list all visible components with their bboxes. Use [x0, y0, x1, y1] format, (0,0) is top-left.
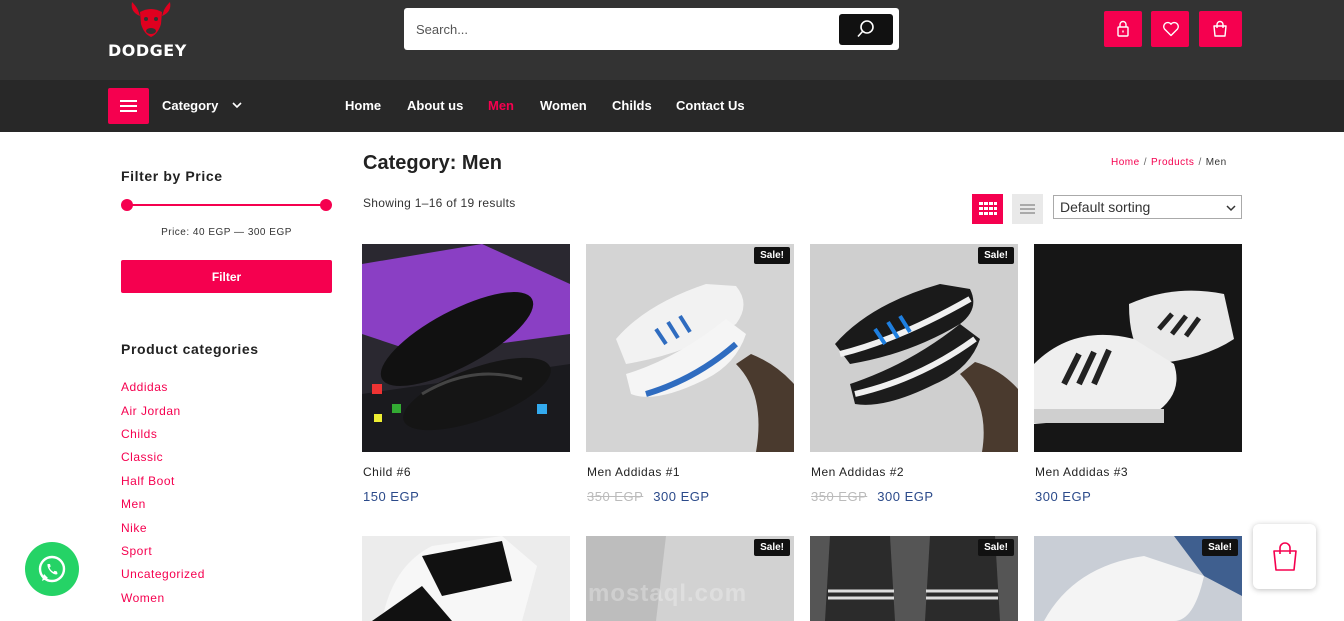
- product-photo: [586, 244, 794, 452]
- category-link-women[interactable]: Women: [121, 591, 165, 605]
- product-current-price: 300 EGP: [1035, 489, 1092, 504]
- category-link-sport[interactable]: Sport: [121, 544, 152, 558]
- product-price: 350 EGP 300 EGP: [811, 489, 934, 504]
- product-old-price: 350 EGP: [811, 489, 868, 504]
- nav-item-childs[interactable]: Childs: [612, 98, 652, 113]
- price-slider-min-handle[interactable]: [121, 199, 133, 211]
- product-image[interactable]: [362, 536, 570, 621]
- category-dropdown-label[interactable]: Category: [162, 98, 218, 113]
- hamburger-icon: [120, 100, 137, 102]
- product-name[interactable]: Men Addidas #1: [587, 465, 680, 479]
- bag-icon: [1273, 542, 1297, 571]
- product-image[interactable]: Sale!: [810, 536, 1018, 621]
- product-price: 350 EGP 300 EGP: [587, 489, 710, 504]
- price-range-text: Price: 40 EGP — 300 EGP: [161, 227, 292, 238]
- login-button[interactable]: [1104, 11, 1142, 47]
- sale-badge: Sale!: [754, 539, 790, 556]
- whatsapp-chat-button[interactable]: [25, 542, 79, 596]
- bag-icon: [1213, 20, 1227, 37]
- category-menu-button[interactable]: [108, 88, 149, 124]
- product-name[interactable]: Men Addidas #2: [811, 465, 904, 479]
- product-current-price: 300 EGP: [653, 489, 710, 504]
- sort-select-value: Default sorting: [1060, 199, 1151, 215]
- product-photo: [810, 244, 1018, 452]
- product-image[interactable]: Sale!: [1034, 536, 1242, 621]
- product-image[interactable]: Sale!: [586, 244, 794, 452]
- product-image[interactable]: Sale!: [586, 536, 794, 621]
- nav-item-women[interactable]: Women: [540, 98, 587, 113]
- filter-button[interactable]: Filter: [121, 260, 332, 293]
- floating-cart-button[interactable]: [1253, 524, 1316, 589]
- bull-logo-icon: [131, 2, 171, 37]
- product-price: 300 EGP: [1035, 489, 1091, 504]
- list-view-button[interactable]: [1012, 194, 1043, 224]
- nav-item-men[interactable]: Men: [488, 98, 514, 113]
- page-title: Category: Men: [363, 152, 502, 174]
- grid-view-button[interactable]: [972, 194, 1003, 224]
- search-icon: [857, 20, 874, 38]
- top-header: DODGEY: [0, 0, 1344, 80]
- product-categories-title: Product categories: [121, 341, 259, 357]
- cart-button[interactable]: [1199, 11, 1242, 47]
- sale-badge: Sale!: [754, 247, 790, 264]
- whatsapp-icon: [38, 555, 66, 583]
- filter-by-price-title: Filter by Price: [121, 168, 223, 184]
- product-price: 150 EGP: [363, 489, 419, 504]
- brand-logo[interactable]: DODGEY: [108, 0, 198, 62]
- sale-badge: Sale!: [978, 247, 1014, 264]
- sort-select[interactable]: Default sorting: [1053, 195, 1242, 219]
- breadcrumb: Home / Products / Men: [1111, 157, 1227, 168]
- wishlist-button[interactable]: [1151, 11, 1189, 47]
- main-nav: Category Home About us Men Women Childs …: [0, 80, 1344, 132]
- breadcrumb-products[interactable]: Products: [1151, 157, 1194, 168]
- product-name[interactable]: Child #6: [363, 465, 411, 479]
- product-image[interactable]: [1034, 244, 1242, 452]
- sale-badge: Sale!: [1202, 539, 1238, 556]
- breadcrumb-current: Men: [1205, 157, 1227, 168]
- product-photo: [1034, 244, 1242, 452]
- product-photo: [362, 536, 570, 621]
- price-slider-max-handle[interactable]: [320, 199, 332, 211]
- category-link-classic[interactable]: Classic: [121, 450, 163, 464]
- chevron-down-icon[interactable]: [231, 99, 243, 111]
- search-bar: [404, 8, 899, 50]
- product-image[interactable]: [362, 244, 570, 452]
- product-image[interactable]: Sale!: [810, 244, 1018, 452]
- category-link-nike[interactable]: Nike: [121, 521, 147, 535]
- product-current-price: 150 EGP: [363, 489, 420, 504]
- search-input[interactable]: [404, 8, 834, 50]
- category-link-addidas[interactable]: Addidas: [121, 380, 168, 394]
- product-current-price: 300 EGP: [877, 489, 934, 504]
- brand-name: DODGEY: [108, 41, 187, 60]
- product-name[interactable]: Men Addidas #3: [1035, 465, 1128, 479]
- price-slider-track[interactable]: [127, 204, 326, 206]
- breadcrumb-home[interactable]: Home: [1111, 157, 1140, 168]
- category-link-men[interactable]: Men: [121, 497, 146, 511]
- grid-icon: [979, 202, 997, 215]
- search-button[interactable]: [839, 14, 893, 45]
- category-link-half-boot[interactable]: Half Boot: [121, 474, 175, 488]
- results-count: Showing 1–16 of 19 results: [363, 196, 516, 210]
- lock-icon: [1117, 20, 1129, 37]
- sale-badge: Sale!: [978, 539, 1014, 556]
- product-old-price: 350 EGP: [587, 489, 644, 504]
- product-photo: [362, 244, 570, 452]
- nav-item-home[interactable]: Home: [345, 98, 381, 113]
- heart-icon: [1163, 21, 1179, 37]
- category-link-air-jordan[interactable]: Air Jordan: [121, 404, 181, 418]
- category-link-uncategorized[interactable]: Uncategorized: [121, 567, 205, 581]
- nav-item-contact-us[interactable]: Contact Us: [676, 98, 745, 113]
- category-link-childs[interactable]: Childs: [121, 427, 157, 441]
- chevron-down-icon: [1226, 205, 1236, 212]
- nav-item-about-us[interactable]: About us: [407, 98, 463, 113]
- list-icon: [1020, 204, 1035, 214]
